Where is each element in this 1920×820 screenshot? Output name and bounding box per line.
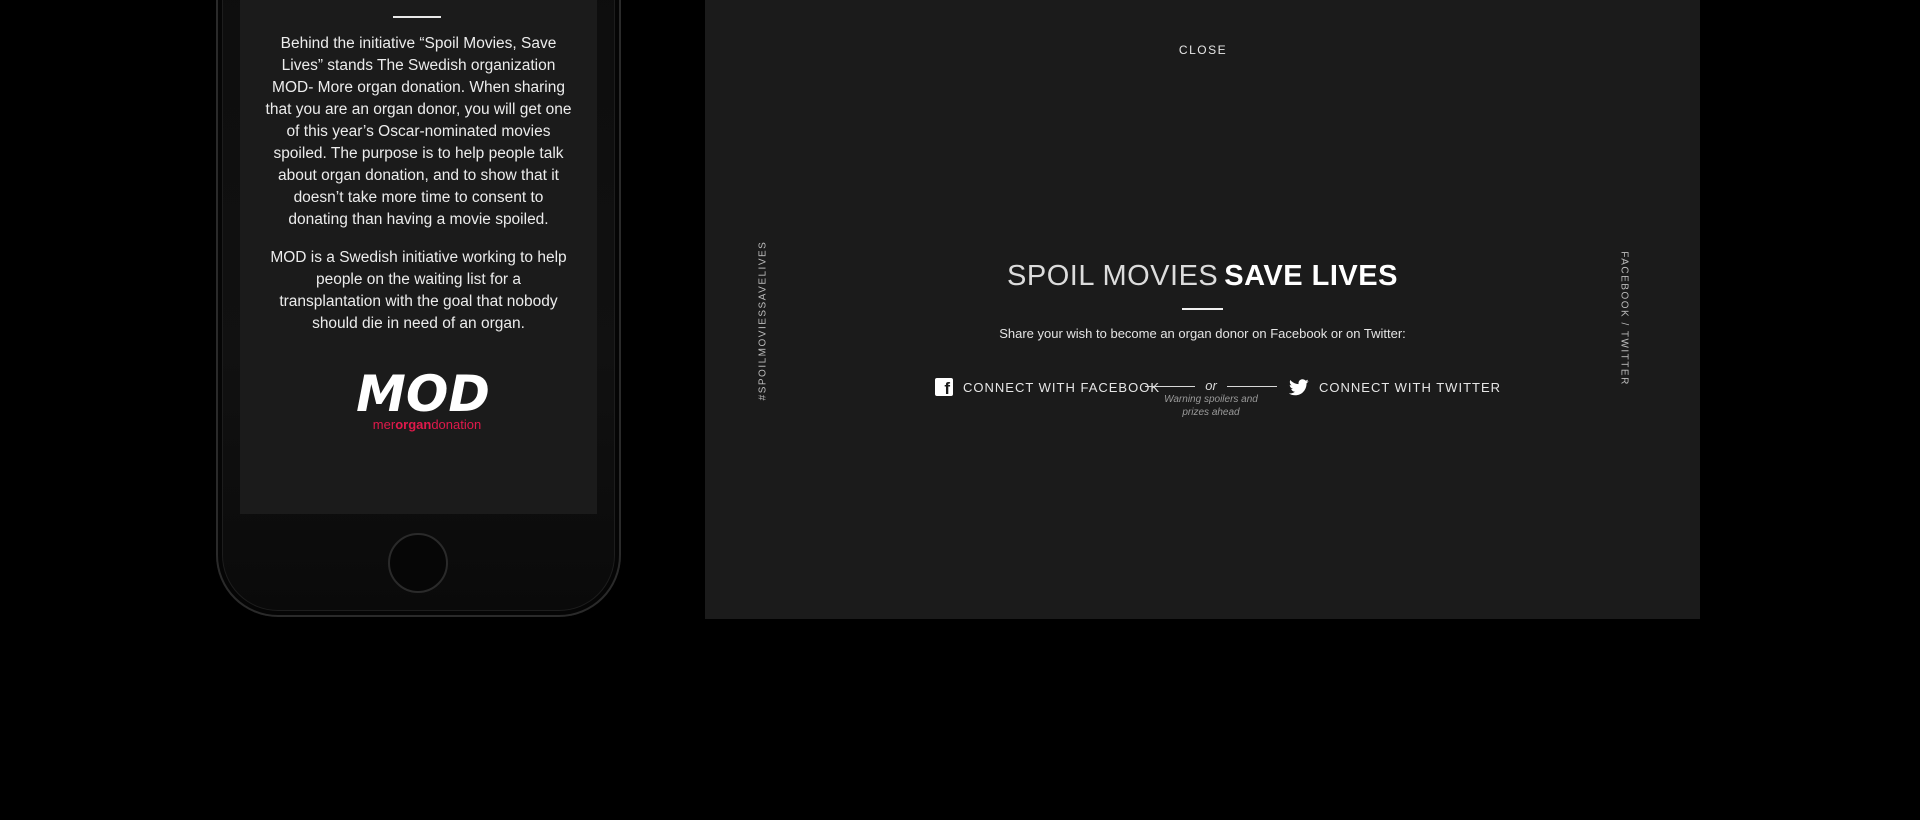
home-button[interactable] (388, 533, 448, 593)
page-title: SPOIL MOVIES SAVE LIVES (705, 260, 1700, 293)
share-panel: CLOSE #SPOILMOVIESSAVELIVES FACEBOOK / T… (705, 0, 1700, 619)
mod-tagline-mid: organ (395, 417, 431, 432)
mod-tagline-post: donation (431, 417, 481, 432)
or-divider-left (1145, 386, 1195, 387)
about-paragraph: Behind the initiative “Spoil Movies, Sav… (265, 35, 572, 228)
mod-wordmark: MOD (356, 365, 490, 423)
svg-text:merorgandonation: merorgandonation (373, 417, 481, 432)
phone-screen: Behind the initiative “Spoil Movies, Sav… (240, 0, 597, 514)
or-label: or (1205, 378, 1217, 393)
facebook-label: CONNECT WITH FACEBOOK (963, 379, 1160, 395)
title-divider (1182, 308, 1223, 310)
twitter-icon (1289, 378, 1309, 395)
or-divider-right (1227, 386, 1277, 387)
title-light: SPOIL MOVIES (1007, 260, 1219, 292)
divider (393, 16, 441, 18)
mod-tagline-pre: mer (373, 417, 396, 432)
mod-paragraph: MOD is a Swedish initiative working to h… (270, 249, 567, 332)
twitter-label: CONNECT WITH TWITTER (1319, 379, 1502, 395)
close-button[interactable]: CLOSE (1153, 43, 1253, 57)
subtitle: Share your wish to become an organ donor… (999, 326, 1406, 341)
connect-facebook-button[interactable]: f CONNECT WITH FACEBOOK (935, 377, 1160, 397)
facebook-icon: f (935, 378, 953, 397)
phone-mockup: Behind the initiative “Spoil Movies, Sav… (216, 0, 621, 617)
spoiler-warning: Warning spoilers and prizes ahead (1164, 394, 1258, 418)
connect-twitter-button[interactable]: CONNECT WITH TWITTER (1289, 377, 1501, 397)
mod-logo: MOD merorgandonation (356, 365, 490, 432)
title-bold: SAVE LIVES (1224, 260, 1398, 292)
hashtag-label: #SPOILMOVIESSAVELIVES (757, 240, 769, 401)
